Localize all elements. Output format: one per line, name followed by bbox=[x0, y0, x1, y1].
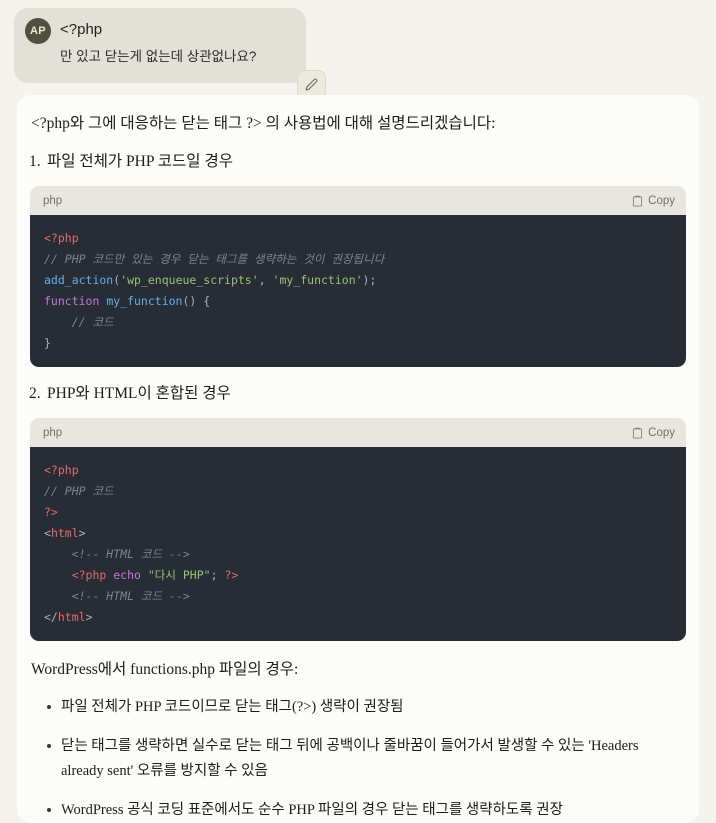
code-block-1-body[interactable]: <?php // PHP 코드만 있는 경우 닫는 태그를 생략하는 것이 권장됩… bbox=[30, 215, 686, 367]
code-line: ?> bbox=[44, 505, 58, 519]
user-message-line-2: 만 있고 닫는게 없는데 상관없나요? bbox=[60, 49, 257, 64]
code-language-label: php bbox=[43, 426, 63, 439]
assistant-outro-paragraph: WordPress에서 functions.php 파일의 경우: bbox=[31, 661, 299, 678]
list-item: 닫는 태그를 생략하면 실수로 닫는 태그 뒤에 공백이나 줄바꿈이 들어가서 … bbox=[17, 734, 699, 784]
user-message-line-1: <?php bbox=[60, 21, 103, 38]
code-line: <!-- HTML 코드 --> bbox=[44, 589, 190, 603]
code-line: } bbox=[44, 336, 51, 350]
list-item: WordPress 공식 코딩 표준에서도 순수 PHP 파일의 경우 닫는 태… bbox=[17, 798, 699, 823]
code-line: <?php echo "다시 PHP"; ?> bbox=[44, 568, 239, 582]
list-item-text: 닫는 태그를 생략하면 실수로 닫는 태그 뒤에 공백이나 줄바꿈이 들어가서 … bbox=[61, 738, 639, 779]
copy-code-button-2[interactable]: Copy bbox=[632, 427, 675, 439]
code-line: // PHP 코드만 있는 경우 닫는 태그를 생략하는 것이 권장됩니다 bbox=[44, 252, 385, 266]
list-item-text: WordPress 공식 코딩 표준에서도 순수 PHP 파일의 경우 닫는 태… bbox=[61, 802, 563, 818]
copy-code-button-1[interactable]: Copy bbox=[632, 195, 675, 207]
clipboard-icon bbox=[632, 195, 643, 207]
clipboard-icon bbox=[632, 427, 643, 439]
list-number-2: 2. bbox=[29, 385, 41, 402]
list-heading-2: PHP와 HTML이 혼합된 경우 bbox=[47, 385, 231, 402]
list-heading-1: 파일 전체가 PHP 코드일 경우 bbox=[47, 153, 233, 170]
code-block-2-body[interactable]: <?php// PHP 코드 ?> <html> <!-- HTML 코드 --> … bbox=[30, 447, 686, 641]
code-line: <!-- HTML 코드 --> bbox=[44, 547, 190, 561]
code-line: // PHP 코드 bbox=[44, 484, 114, 498]
ordered-list-item-1: 1. 파일 전체가 PHP 코드일 경우 bbox=[17, 151, 699, 173]
bullet-dot-icon bbox=[47, 744, 51, 748]
bullet-dot-icon bbox=[47, 808, 51, 812]
list-number-1: 1. bbox=[29, 153, 41, 170]
code-line: <html> bbox=[44, 526, 86, 540]
code-block-1-header: php Copy bbox=[30, 186, 686, 215]
assistant-intro-paragraph: <?php와 그에 대응하는 닫는 태그 ?> 의 사용법에 대해 설명드리겠습… bbox=[31, 115, 496, 132]
copy-label-1: Copy bbox=[648, 194, 675, 207]
code-block-1: php Copy <?php // PHP 코드만 있는 경우 닫는 태그를 생략… bbox=[30, 186, 686, 367]
chat-transcript: AP <?php 만 있고 닫는게 없는데 상관없나요? <?php와 그에 대… bbox=[0, 0, 716, 823]
assistant-message-turn: <?php와 그에 대응하는 닫는 태그 ?> 의 사용법에 대해 설명드리겠습… bbox=[17, 95, 699, 823]
code-block-2-header: php Copy bbox=[30, 418, 686, 447]
code-line: // 코드 bbox=[44, 315, 114, 329]
code-line: <?php bbox=[44, 231, 79, 245]
pencil-icon bbox=[305, 78, 318, 91]
bullet-list: 파일 전체가 PHP 코드이므로 닫는 태그(?>) 생략이 권장됨 닫는 태그… bbox=[17, 695, 699, 823]
code-line: function my_function() { bbox=[44, 294, 211, 308]
code-line: <?php bbox=[44, 463, 79, 477]
bullet-dot-icon bbox=[47, 705, 51, 709]
code-language-label: php bbox=[43, 194, 63, 207]
copy-label-2: Copy bbox=[648, 426, 675, 439]
user-message-turn: AP <?php 만 있고 닫는게 없는데 상관없나요? bbox=[0, 0, 716, 99]
ordered-list-item-2: 2. PHP와 HTML이 혼합된 경우 bbox=[17, 383, 699, 405]
code-block-2: php Copy <?php // PHP 코드 ?> <html> <!-- HTM… bbox=[30, 418, 686, 641]
list-item-text: 파일 전체가 PHP 코드이므로 닫는 태그(?>) 생략이 권장됨 bbox=[61, 699, 404, 715]
list-item: 파일 전체가 PHP 코드이므로 닫는 태그(?>) 생략이 권장됨 bbox=[17, 695, 699, 720]
avatar: AP bbox=[25, 18, 51, 44]
code-line: add_action('wp_enqueue_scripts', 'my_fun… bbox=[44, 273, 377, 287]
user-message-bubble: AP <?php 만 있고 닫는게 없는데 상관없나요? bbox=[14, 8, 326, 99]
code-line: </html> bbox=[44, 610, 93, 624]
